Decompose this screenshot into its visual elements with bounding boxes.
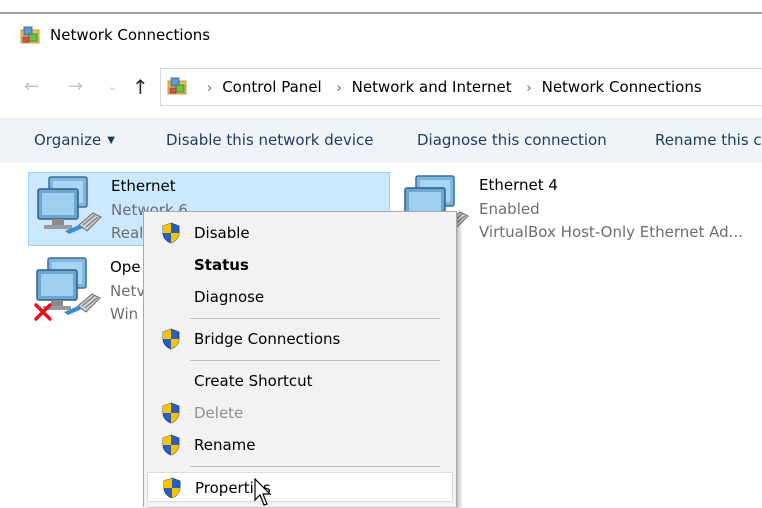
up-arrow-icon[interactable]: ↑ (132, 62, 149, 112)
connection-name: Ope (110, 258, 141, 276)
diagnose-connection-button[interactable]: Diagnose this connection (417, 131, 607, 149)
menu-item-label: Create Shortcut (194, 372, 313, 390)
menu-separator (190, 360, 440, 361)
connection-name: Ethernet 4 (479, 176, 558, 194)
menu-item-rename[interactable]: Rename (147, 430, 453, 460)
disconnected-x-icon (34, 303, 52, 321)
menu-item-disable[interactable]: Disable (147, 218, 453, 248)
organize-button[interactable]: Organize ▼ (34, 131, 115, 149)
uac-shield-icon (161, 402, 181, 424)
menu-item-bridge-connections[interactable]: Bridge Connections (147, 324, 453, 354)
uac-shield-icon (161, 222, 181, 244)
mouse-pointer-icon (254, 478, 272, 506)
context-menu: Disable Status Diagnose Bridge Connectio… (143, 211, 457, 507)
navigation-bar: ← → ⌄ ↑ › Control Panel › Network and Inte… (0, 62, 762, 112)
menu-item-label: Disable (194, 224, 250, 242)
network-connections-icon (20, 26, 40, 46)
forward-arrow-icon[interactable]: → (68, 62, 83, 112)
menu-item-create-shortcut[interactable]: Create Shortcut (147, 366, 453, 396)
menu-item-label: Status (194, 256, 249, 274)
rename-connection-button[interactable]: Rename this c (655, 131, 762, 149)
network-adapter-icon (35, 175, 105, 237)
command-bar: Organize ▼ Disable this network device Di… (0, 118, 762, 163)
menu-item-label: Rename (194, 436, 256, 454)
chevron-down-icon: ▼ (107, 135, 115, 146)
menu-separator (190, 466, 440, 467)
disable-device-button[interactable]: Disable this network device (166, 131, 374, 149)
connection-device: Win (110, 305, 139, 323)
recent-locations-chevron-icon[interactable]: ⌄ (108, 62, 117, 112)
back-arrow-icon[interactable]: ← (24, 62, 39, 112)
connection-status: Enabled (479, 200, 540, 218)
connection-device: VirtualBox Host-Only Ethernet Ad... (479, 223, 743, 241)
uac-shield-icon (161, 328, 181, 350)
menu-item-label: Bridge Connections (194, 330, 341, 348)
uac-shield-icon (162, 477, 182, 499)
connection-status: Netv (110, 282, 146, 300)
breadcrumb-separator-icon: › (336, 81, 342, 96)
window-title: Network Connections (50, 26, 211, 44)
breadcrumb-separator-icon: › (207, 81, 213, 96)
menu-item-diagnose[interactable]: Diagnose (147, 282, 453, 312)
menu-item-label: Diagnose (194, 288, 265, 306)
connection-device: Real (111, 224, 144, 242)
network-connections-icon (167, 77, 187, 97)
breadcrumb: › Control Panel › Network and Internet › Ne… (197, 78, 702, 96)
menu-item-delete[interactable]: Delete (147, 398, 453, 428)
menu-item-label: Delete (194, 404, 244, 422)
menu-separator (190, 318, 440, 319)
connection-name: Ethernet (111, 177, 176, 195)
organize-label: Organize (34, 131, 102, 149)
uac-shield-icon (161, 434, 181, 456)
breadcrumb-network-and-internet[interactable]: Network and Internet (352, 78, 512, 96)
breadcrumb-control-panel[interactable]: Control Panel (222, 78, 321, 96)
menu-item-status[interactable]: Status (147, 250, 453, 280)
breadcrumb-separator-icon: › (526, 81, 532, 96)
address-bar[interactable]: › Control Panel › Network and Internet › Ne… (160, 68, 762, 106)
breadcrumb-network-connections[interactable]: Network Connections (542, 78, 702, 96)
title-bar: Network Connections (0, 14, 762, 58)
menu-item-properties[interactable]: Properties (147, 472, 453, 502)
